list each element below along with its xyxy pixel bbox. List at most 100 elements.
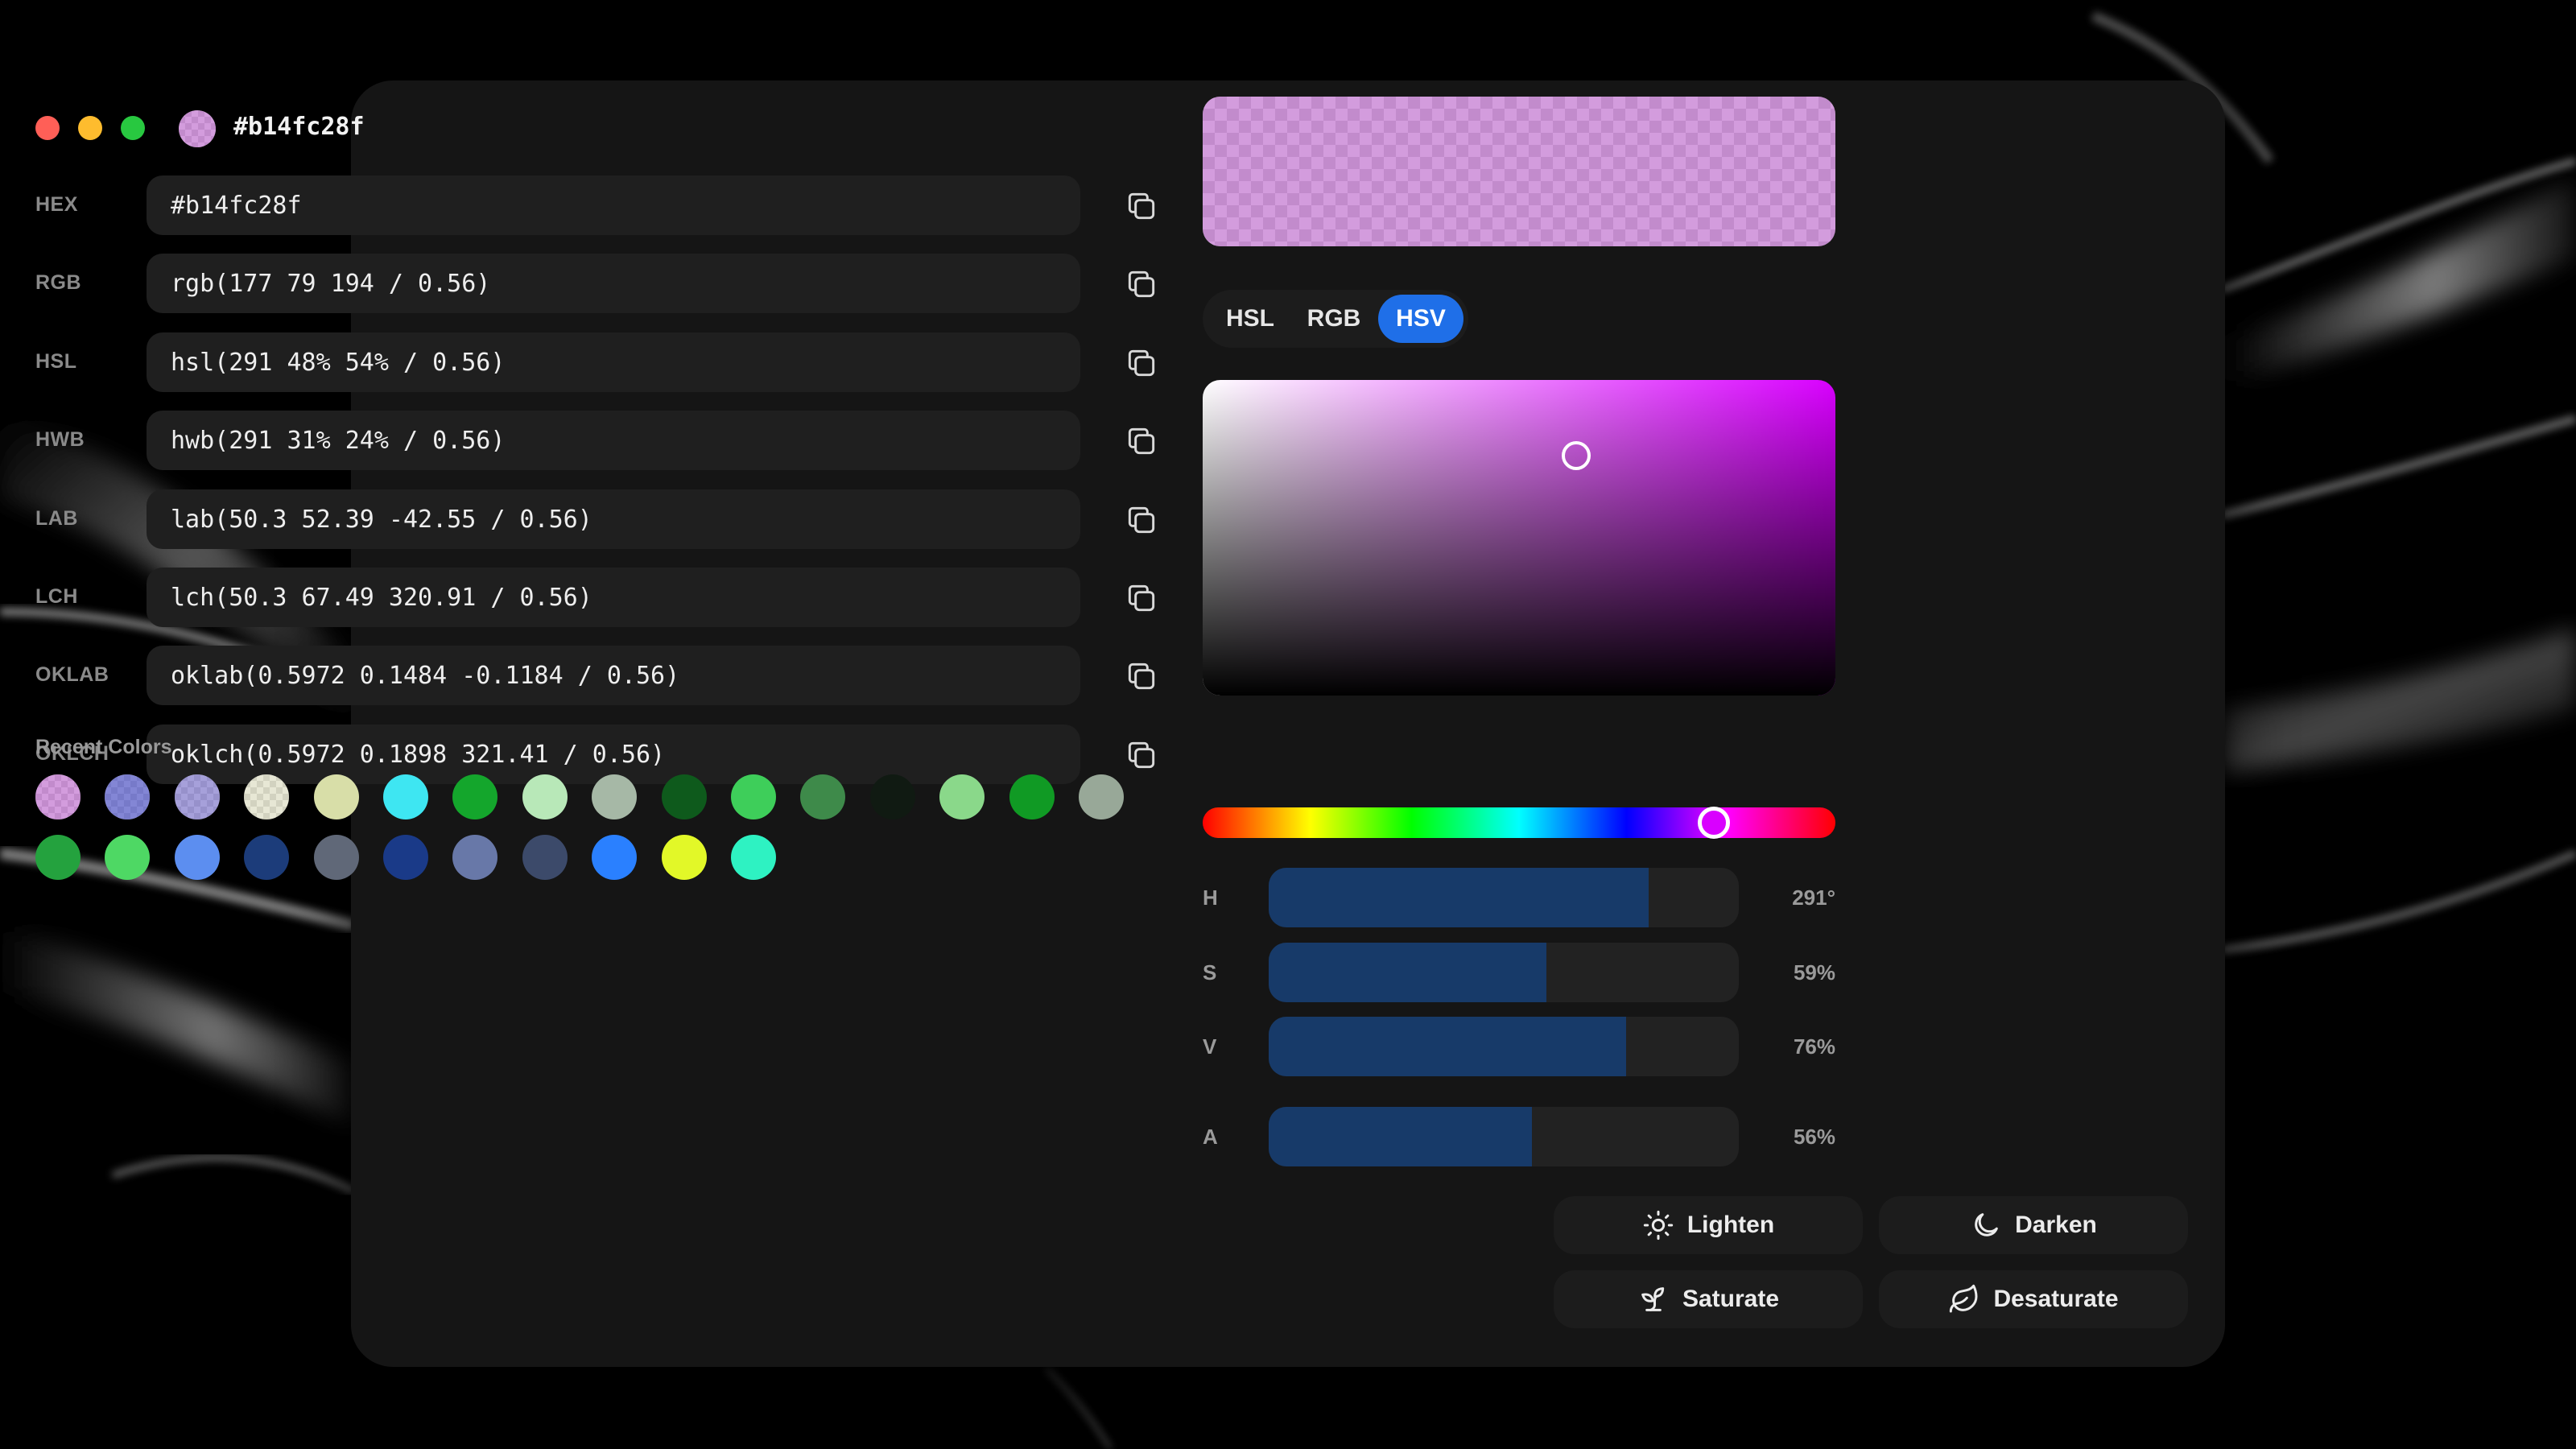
close-window-button[interactable] (35, 116, 60, 140)
recent-color-swatch[interactable] (731, 774, 776, 819)
format-value: oklch(0.5972 0.1898 321.41 / 0.56) (171, 740, 666, 769)
moon-icon (1975, 1213, 1998, 1236)
format-label: LCH (35, 585, 78, 608)
recent-color-swatch[interactable] (1009, 774, 1055, 819)
format-value: #b14fc28f (171, 192, 302, 220)
recent-color-swatch[interactable] (1079, 774, 1124, 819)
minimize-window-button[interactable] (78, 116, 102, 140)
format-value: lab(50.3 52.39 -42.55 / 0.56) (171, 505, 592, 534)
hex-field[interactable]: #b14fc28f (147, 175, 1080, 235)
recent-color-swatch[interactable] (592, 835, 638, 880)
slider-label: V (1203, 1034, 1217, 1059)
format-label: HWB (35, 428, 85, 452)
format-row-hwb: HWB hwb(291 31% 24% / 0.56) (35, 411, 1179, 471)
saturate-button[interactable]: Saturate (1554, 1270, 1863, 1328)
recent-color-swatch[interactable] (35, 835, 80, 880)
lighten-button[interactable]: Lighten (1554, 1196, 1863, 1254)
format-label: HEX (35, 193, 78, 216)
slider-label: S (1203, 960, 1217, 985)
lch-field[interactable]: lch(50.3 67.49 320.91 / 0.56) (147, 568, 1080, 627)
slider-row-v: V 76% (1203, 1017, 1835, 1076)
sprout-icon (1641, 1287, 1665, 1311)
copy-icon[interactable] (1124, 423, 1159, 459)
copy-icon[interactable] (1124, 737, 1159, 773)
lab-field[interactable]: lab(50.3 52.39 -42.55 / 0.56) (147, 489, 1080, 549)
recent-color-swatch[interactable] (313, 835, 359, 880)
format-row-lab: LAB lab(50.3 52.39 -42.55 / 0.56) (35, 489, 1179, 549)
recent-color-swatch[interactable] (731, 835, 776, 880)
recent-color-swatch[interactable] (244, 835, 290, 880)
format-label: RGB (35, 271, 82, 295)
recent-color-swatch[interactable] (244, 774, 290, 819)
copy-icon[interactable] (1124, 658, 1159, 694)
copy-icon[interactable] (1124, 266, 1159, 302)
slider-row-s: S 59% (1203, 943, 1835, 1002)
recent-color-swatch[interactable] (105, 835, 151, 880)
format-label: LAB (35, 506, 78, 530)
recent-color-swatch[interactable] (522, 774, 568, 819)
recent-color-swatch[interactable] (174, 774, 220, 819)
copy-icon[interactable] (1124, 580, 1159, 616)
slider-value: 59% (1793, 960, 1835, 985)
h-slider[interactable] (1269, 868, 1739, 927)
format-row-oklab: OKLAB oklab(0.5972 0.1484 -0.1184 / 0.56) (35, 646, 1179, 706)
format-row-hex: HEX #b14fc28f (35, 175, 1179, 235)
copy-icon[interactable] (1124, 502, 1159, 538)
saturation-value-handle[interactable] (1561, 441, 1591, 471)
format-value: oklab(0.5972 0.1484 -0.1184 / 0.56) (171, 662, 680, 691)
hsl-field[interactable]: hsl(291 48% 54% / 0.56) (147, 332, 1080, 392)
copy-icon[interactable] (1124, 188, 1159, 224)
rgb-field[interactable]: rgb(177 79 194 / 0.56) (147, 254, 1080, 314)
maximize-window-button[interactable] (121, 116, 145, 140)
sun-icon (1643, 1210, 1674, 1241)
recent-color-swatch[interactable] (661, 774, 707, 819)
recent-color-swatch[interactable] (869, 774, 915, 819)
slider-row-a: A 56% (1203, 1107, 1835, 1166)
saturation-value-area[interactable] (1203, 380, 1835, 696)
recent-color-swatch[interactable] (35, 774, 80, 819)
recent-color-swatch[interactable] (522, 835, 568, 880)
format-label: HSL (35, 349, 77, 373)
v-slider[interactable] (1269, 1017, 1739, 1076)
recent-color-swatch[interactable] (313, 774, 359, 819)
tab-hsv[interactable]: HSV (1378, 295, 1463, 343)
format-value: lch(50.3 67.49 320.91 / 0.56) (171, 584, 592, 612)
a-slider[interactable] (1269, 1107, 1739, 1166)
tab-rgb[interactable]: RGB (1293, 295, 1375, 343)
recent-color-swatch[interactable] (800, 774, 846, 819)
desaturate-button[interactable]: Desaturate (1879, 1270, 2188, 1328)
copy-icon[interactable] (1124, 345, 1159, 381)
recent-color-swatch[interactable] (452, 835, 498, 880)
slider-label: A (1203, 1125, 1218, 1149)
oklab-field[interactable]: oklab(0.5972 0.1484 -0.1184 / 0.56) (147, 646, 1080, 706)
desaturate-label: Desaturate (1993, 1286, 2119, 1312)
format-row-lch: LCH lch(50.3 67.49 320.91 / 0.56) (35, 568, 1179, 627)
recent-color-swatch[interactable] (105, 774, 151, 819)
s-slider[interactable] (1269, 943, 1739, 1002)
format-row-hsl: HSL hsl(291 48% 54% / 0.56) (35, 332, 1179, 392)
darken-button[interactable]: Darken (1879, 1196, 2188, 1254)
saturate-label: Saturate (1682, 1286, 1780, 1312)
slider-value: 76% (1793, 1034, 1835, 1059)
recent-color-swatch[interactable] (939, 774, 985, 819)
slider-value: 291° (1792, 886, 1835, 910)
format-label: OKLAB (35, 663, 109, 687)
recent-color-swatch[interactable] (383, 774, 428, 819)
recent-color-swatch[interactable] (452, 774, 498, 819)
recent-color-swatch[interactable] (661, 835, 707, 880)
tab-hsl[interactable]: HSL (1209, 295, 1291, 343)
leaf-icon (1950, 1284, 1978, 1313)
current-color-swatch (179, 110, 216, 147)
format-value: rgb(177 79 194 / 0.56) (171, 270, 491, 299)
format-value: hwb(291 31% 24% / 0.56) (171, 427, 506, 456)
recent-color-swatch[interactable] (592, 774, 638, 819)
window-title: #b14fc28f (233, 113, 365, 141)
recent-colors-title: Recent Colors (35, 736, 172, 758)
format-row-rgb: RGB rgb(177 79 194 / 0.56) (35, 254, 1179, 314)
recent-color-swatch[interactable] (383, 835, 428, 880)
slider-value: 56% (1793, 1125, 1835, 1149)
hwb-field[interactable]: hwb(291 31% 24% / 0.56) (147, 411, 1080, 471)
recent-color-swatch[interactable] (174, 835, 220, 880)
lighten-label: Lighten (1686, 1212, 1775, 1238)
hue-slider[interactable] (1203, 807, 1835, 838)
